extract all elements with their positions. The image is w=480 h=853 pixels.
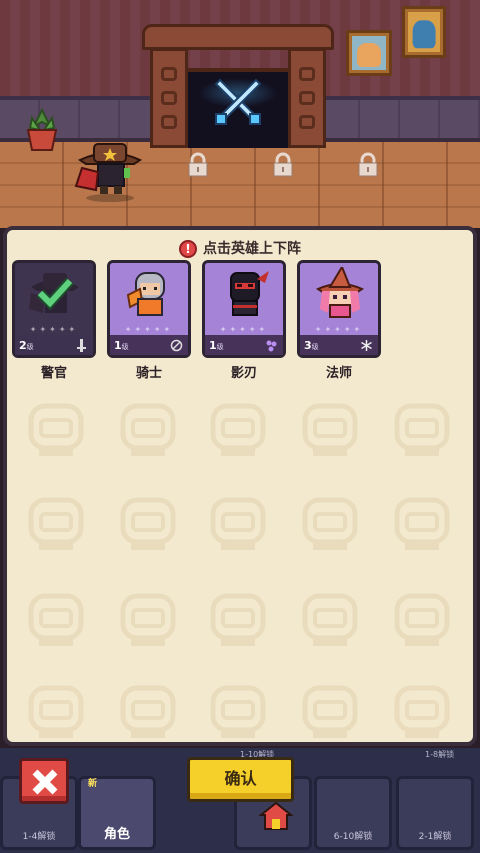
lock-icon bbox=[273, 152, 293, 177]
game-screen: 1-4解锁 角色 6-10解锁 2-1解锁 1-10解锁 1-8解锁 新 ! 点击… bbox=[0, 0, 480, 853]
background-pattern-tile bbox=[117, 590, 179, 650]
hero-card-shadowblade[interactable]: ✦✦✦✦✦ 1级 bbox=[202, 260, 286, 358]
room-scene bbox=[0, 0, 480, 228]
mage-portrait bbox=[315, 267, 365, 318]
background-pattern-tile bbox=[391, 682, 453, 742]
nav-item-label: 2-1解锁 bbox=[418, 832, 452, 842]
background-pattern-tile bbox=[299, 494, 361, 554]
hero-name: 骑士 bbox=[135, 366, 162, 381]
obscured-text: 1-8解锁 bbox=[425, 750, 455, 759]
background-pattern-tile bbox=[207, 400, 269, 460]
nav-item-label: 6-10解锁 bbox=[333, 832, 373, 842]
star-rating: ✦✦✦✦✦ bbox=[124, 325, 174, 334]
background-pattern-tile bbox=[25, 682, 87, 742]
background-pattern-tile bbox=[299, 400, 361, 460]
hero-card-mage[interactable]: ✦✦✦✦✦ 3级 bbox=[297, 260, 381, 358]
lock-icon bbox=[188, 152, 208, 177]
lock-icon bbox=[358, 152, 378, 177]
background-pattern-tile bbox=[25, 494, 87, 554]
background-pattern-tile bbox=[391, 494, 453, 554]
hero-level: 3级 bbox=[304, 339, 319, 352]
claw-icon bbox=[266, 340, 277, 352]
background-pattern-tile bbox=[117, 682, 179, 742]
hero-level: 1级 bbox=[114, 339, 129, 352]
hint-text: 点击英雄上下阵 bbox=[203, 241, 301, 257]
background-pattern-tile bbox=[117, 400, 179, 460]
close-button[interactable] bbox=[19, 758, 69, 804]
potted-plant bbox=[26, 107, 58, 151]
hero-level: 1级 bbox=[209, 339, 224, 352]
snowflake-icon bbox=[361, 340, 372, 351]
hero-name: 法师 bbox=[325, 366, 352, 381]
crossed-swords-icon bbox=[214, 78, 262, 125]
star-rating: ✦✦✦✦✦ bbox=[29, 325, 79, 334]
background-pattern-tile bbox=[299, 590, 361, 650]
background-pattern-tile bbox=[391, 400, 453, 460]
house-icon bbox=[259, 801, 293, 830]
background-pattern-tile bbox=[207, 494, 269, 554]
star-rating: ✦✦✦✦✦ bbox=[314, 325, 364, 334]
sheriff-hero-sprite[interactable] bbox=[72, 138, 148, 202]
background-pattern-tile bbox=[117, 494, 179, 554]
hero-name: 警官 bbox=[40, 366, 67, 381]
hero-selection-panel: ! 点击英雄上下阵 ✦✦✦✦✦ 2级 警官 ✦✦✦✦✦ 1级 骑士 ✦✦✦✦✦ … bbox=[3, 226, 477, 746]
nav-item-label: 1-4解锁 bbox=[22, 832, 56, 842]
selected-check-icon bbox=[36, 277, 74, 311]
hero-name: 影刃 bbox=[230, 366, 257, 381]
hint-bar: ! 点击英雄上下阵 bbox=[7, 238, 473, 258]
nav-item-locked[interactable]: 6-10解锁 bbox=[314, 776, 392, 850]
background-pattern-tile bbox=[207, 682, 269, 742]
shadowblade-portrait bbox=[230, 271, 269, 316]
background-pattern-tile bbox=[207, 590, 269, 650]
background-pattern-tile bbox=[25, 400, 87, 460]
sword-icon bbox=[77, 339, 86, 352]
hero-card-sheriff[interactable]: ✦✦✦✦✦ 2级 bbox=[12, 260, 96, 358]
new-badge: 新 bbox=[88, 779, 98, 789]
confirm-button[interactable]: 确认 bbox=[187, 757, 294, 802]
portrait-frame-cat bbox=[346, 30, 392, 76]
background-pattern-tile bbox=[391, 590, 453, 650]
shield-icon bbox=[170, 339, 183, 352]
nav-item-label: 角色 bbox=[103, 827, 130, 842]
close-icon bbox=[32, 769, 58, 795]
hero-card-knight[interactable]: ✦✦✦✦✦ 1级 bbox=[107, 260, 191, 358]
background-pattern-tile bbox=[25, 590, 87, 650]
hero-level: 2级 bbox=[19, 339, 34, 352]
nav-item-locked[interactable]: 2-1解锁 bbox=[396, 776, 474, 850]
star-rating: ✦✦✦✦✦ bbox=[219, 325, 269, 334]
background-pattern-tile bbox=[299, 682, 361, 742]
alert-icon: ! bbox=[179, 240, 197, 258]
knight-portrait bbox=[126, 272, 165, 316]
portrait-frame-girl bbox=[402, 6, 446, 58]
fireplace-portal[interactable] bbox=[142, 24, 334, 148]
